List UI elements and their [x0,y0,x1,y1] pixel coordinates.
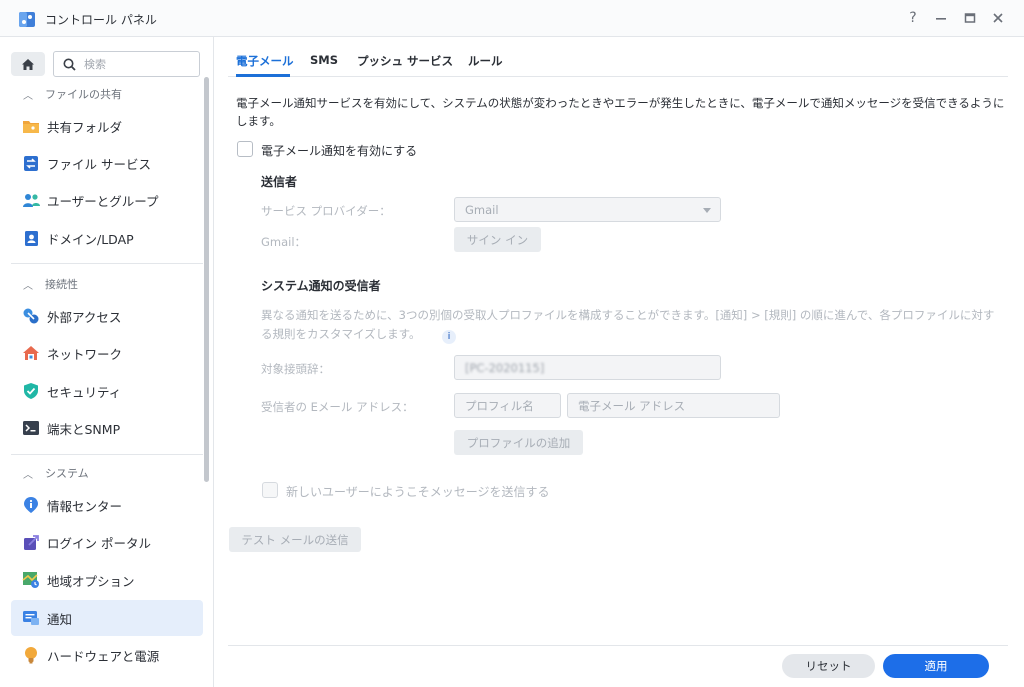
login-portal-icon [21,532,41,552]
sidebar-divider [11,454,203,455]
chevron-up-icon: ︿ [23,469,33,481]
apply-button[interactable]: 適用 [883,654,989,678]
home-button[interactable] [11,52,45,76]
sidebar-item-regional-options[interactable]: 地域オプション [11,562,203,598]
chevron-up-icon: ︿ [23,90,33,102]
maximize-button[interactable] [960,8,980,28]
window-title: コントロール パネル [45,13,157,27]
footer-divider [228,645,1008,646]
sidebar-item-info-center[interactable]: 情報センター [11,487,203,523]
info-icon[interactable]: i [442,330,456,344]
maximize-icon [964,13,976,23]
service-provider-label: サービス プロバイダー： [261,204,391,218]
recipient-email-input[interactable]: 電子メール アドレス [567,393,780,418]
subject-prefix-label: 対象接頭辞： [261,362,330,376]
home-icon [22,58,34,70]
domain-ldap-icon [21,228,41,248]
sidebar-item-shared-folder[interactable]: 共有フォルダ [11,108,203,144]
add-profile-button[interactable]: プロファイルの追加 [454,430,583,455]
gmail-label: Gmail： [261,235,307,249]
recipients-description: 異なる通知を送るために、3つの別個の受取人プロファイルを構成することができます。… [261,308,995,341]
reset-button[interactable]: リセット [782,654,875,678]
subject-prefix-input[interactable]: [PC-2020115] [454,355,721,380]
security-shield-icon [21,381,41,401]
file-services-icon [21,153,41,173]
email-description: 電子メール通知サービスを有効にして、システムの状態が変わったときやエラーが発生し… [236,96,1005,128]
subject-prefix-value: [PC-2020115] [465,360,545,375]
main-panel: 電子メール SMS プッシュ サービス ルール 電子メール通知サービスを有効にし… [215,37,1024,687]
sign-in-button[interactable]: サイン イン [454,227,541,252]
control-panel-icon [19,12,35,27]
group-header-file-sharing[interactable]: ︿ ファイルの共有 [11,84,202,104]
welcome-message-checkbox[interactable] [262,482,278,498]
profile-name-input[interactable]: プロフィル名 [454,393,561,418]
sidebar-item-users-groups[interactable]: ユーザーとグループ [11,182,203,218]
dropdown-caret-icon [703,208,711,213]
minimize-button[interactable] [931,8,951,28]
send-test-email-button[interactable]: テスト メールの送信 [229,527,361,552]
group-header-system[interactable]: ︿ システム [11,463,202,483]
sidebar-item-notification[interactable]: 通知 [11,600,203,636]
network-icon [21,343,41,363]
regional-options-icon [21,570,41,590]
search-icon [63,58,76,71]
tab-rules[interactable]: ルール [468,53,503,69]
external-access-icon [21,306,41,326]
terminal-icon [21,418,41,438]
welcome-message-label: 新しいユーザーにようこそメッセージを送信する [286,485,550,499]
search-box[interactable] [53,51,200,77]
sidebar-divider [11,263,203,264]
sidebar-item-terminal-snmp[interactable]: 端末とSNMP [11,410,203,446]
sidebar-item-domain-ldap[interactable]: ドメイン/LDAP [11,220,203,256]
tab-sms[interactable]: SMS [310,53,338,67]
sidebar-item-network[interactable]: ネットワーク [11,335,203,371]
group-header-connectivity[interactable]: ︿ 接続性 [11,274,202,294]
sidebar: ︿ ファイルの共有 共有フォルダ ファイル サービス ユーザーとグループ ドメイ… [0,37,214,687]
enable-email-checkbox[interactable] [237,141,253,157]
recipient-email-label: 受信者の Eメール アドレス： [261,400,414,414]
sidebar-scrollbar[interactable] [204,77,209,482]
minimize-icon [936,18,946,20]
sidebar-item-login-portal[interactable]: ログイン ポータル [11,524,203,560]
sidebar-item-hardware-power[interactable]: ハードウェアと電源 [11,637,203,673]
chevron-up-icon: ︿ [23,280,33,292]
title-bar: コントロール パネル ? [0,0,1024,37]
info-center-icon [21,495,41,515]
tab-bar: 電子メール SMS プッシュ サービス ルール [228,37,1008,77]
users-groups-icon [21,190,41,210]
sidebar-item-external-access[interactable]: 外部アクセス [11,298,203,334]
search-input[interactable] [84,56,194,72]
tab-email[interactable]: 電子メール [236,53,294,69]
help-button[interactable]: ? [903,8,923,28]
sidebar-item-file-services[interactable]: ファイル サービス [11,145,203,181]
close-icon [993,13,1003,23]
active-tab-indicator [236,74,290,77]
recipients-section-title: システム通知の受信者 [261,279,381,293]
shared-folder-icon [21,116,41,136]
sidebar-item-security[interactable]: セキュリティ [11,373,203,409]
tab-push-service[interactable]: プッシュ サービス [357,53,453,69]
notification-icon [21,608,41,628]
enable-email-label: 電子メール通知を有効にする [261,144,418,158]
hardware-power-icon [21,645,41,665]
sender-section-title: 送信者 [261,175,298,189]
close-button[interactable] [988,8,1008,28]
service-provider-select[interactable]: Gmail [454,197,721,222]
